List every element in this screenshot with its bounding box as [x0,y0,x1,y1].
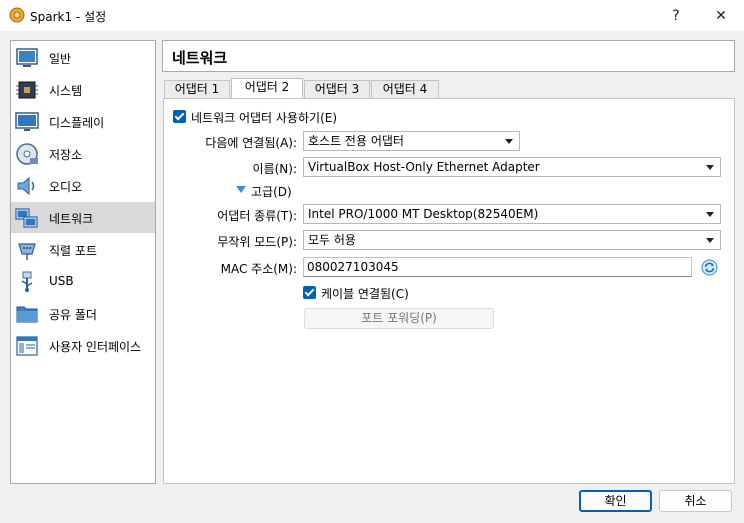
tab-adapter-3[interactable]: 어댑터 3 [304,80,370,99]
sidebar-item-display[interactable]: 디스플레이 [11,106,155,137]
general-icon [16,48,38,67]
sidebar-item-label: 일반 [49,52,72,66]
refresh-mac-icon[interactable] [701,259,718,276]
sidebar-item-label: 시스템 [49,84,83,98]
sidebar-item-audio[interactable]: 오디오 [11,170,155,201]
sidebar-item-shared-folders[interactable]: 공유 폴더 [11,298,155,329]
close-button[interactable]: ✕ [698,0,744,31]
chevron-down-icon [706,212,714,217]
adapter-type-value: Intel PRO/1000 MT Desktop(82540EM) [308,207,539,221]
adapter-type-select[interactable]: Intel PRO/1000 MT Desktop(82540EM) [303,204,721,224]
attached-to-select[interactable]: 호스트 전용 어댑터 [303,131,520,151]
sidebar-item-label: 네트워크 [49,212,94,226]
name-label: 이름(N): [252,162,297,176]
port-forwarding-button[interactable]: 포트 포워딩(P) [304,308,494,329]
user-interface-icon [16,336,38,356]
system-icon [16,81,38,99]
chevron-down-icon [706,165,714,170]
sidebar-item-label: 오디오 [49,180,83,194]
adapter-name-value: VirtualBox Host-Only Ethernet Adapter [308,160,540,174]
attached-to-value: 호스트 전용 어댑터 [308,134,404,148]
cancel-button[interactable]: 취소 [659,490,732,512]
serial-port-icon [18,243,36,260]
settings-sidebar: 일반 시스템 디스플레이 저장소 오디오 네트워크 직렬 포트 USB 공유 폴… [10,40,156,484]
disclosure-triangle-icon[interactable] [236,186,246,193]
sidebar-item-label: USB [49,274,74,288]
storage-icon [16,143,38,165]
page-title-box: 네트워크 [162,40,735,72]
sidebar-item-usb[interactable]: USB [11,266,155,297]
mac-address-input[interactable]: 080027103045 [303,257,692,277]
promiscuous-mode-value: 모두 허용 [308,233,356,247]
enable-adapter-checkbox[interactable] [173,110,186,123]
promiscuous-mode-label: 무작위 모드(P): [217,235,297,249]
adapter-type-label: 어댑터 종류(T): [217,209,297,223]
sidebar-item-storage[interactable]: 저장소 [11,138,155,169]
tab-adapter-1[interactable]: 어댑터 1 [164,80,230,99]
chevron-down-icon [505,139,513,144]
tab-adapter-4[interactable]: 어댑터 4 [371,80,439,99]
adapter-panel [163,98,735,484]
promiscuous-mode-select[interactable]: 모두 허용 [303,230,721,250]
help-button[interactable]: ? [653,0,699,31]
display-icon [15,112,39,131]
attached-to-label: 다음에 연결됨(A): [205,136,297,150]
title-bar: Spark1 - 설정 ? ✕ [0,0,744,31]
cable-connected-checkbox[interactable] [303,286,316,299]
network-icon [15,208,38,228]
sidebar-item-label: 직렬 포트 [49,244,97,258]
cable-connected-label: 케이블 연결됨(C) [321,287,409,301]
chevron-down-icon [706,238,714,243]
usb-icon [21,271,33,292]
adapter-name-select[interactable]: VirtualBox Host-Only Ethernet Adapter [303,157,721,177]
window-title: Spark1 - 설정 [30,10,107,24]
ok-button[interactable]: 확인 [579,490,652,512]
sidebar-item-label: 사용자 인터페이스 [49,340,142,354]
sidebar-item-general[interactable]: 일반 [11,42,155,73]
sidebar-item-label: 저장소 [49,148,83,162]
tab-adapter-2[interactable]: 어댑터 2 [231,78,303,100]
sidebar-item-label: 공유 폴더 [49,308,97,322]
enable-adapter-label: 네트워크 어댑터 사용하기(E) [191,111,338,125]
sidebar-item-network[interactable]: 네트워크 [11,202,155,233]
audio-icon [17,176,35,196]
sidebar-item-system[interactable]: 시스템 [11,74,155,105]
page-title: 네트워크 [172,49,228,67]
virtualbox-gear-icon [9,7,25,23]
advanced-toggle[interactable]: 고급(D) [251,183,292,200]
sidebar-item-label: 디스플레이 [49,116,105,130]
sidebar-item-serial-port[interactable]: 직렬 포트 [11,234,155,265]
sidebar-item-user-interface[interactable]: 사용자 인터페이스 [11,330,155,361]
mac-address-label: MAC 주소(M): [220,262,297,276]
shared-folder-icon [16,306,38,323]
